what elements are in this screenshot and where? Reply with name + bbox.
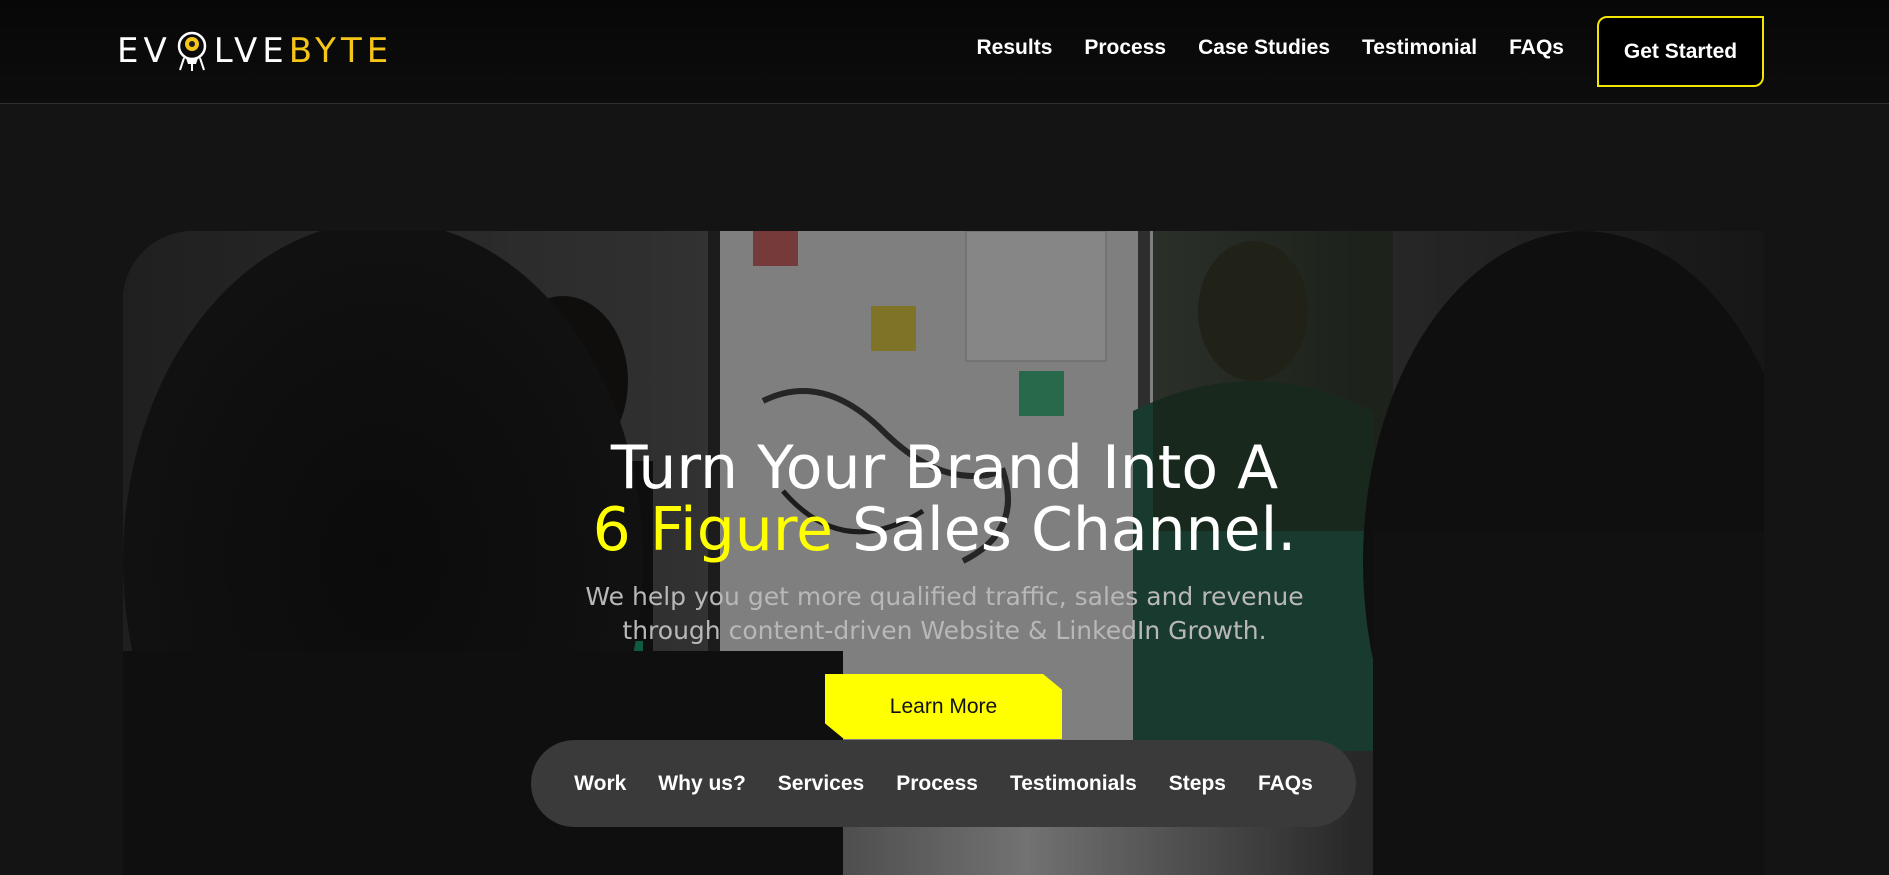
site-header: EV LVE BYTE Results Process Case Studies… (0, 0, 1889, 104)
main-nav: Results Process Case Studies Testimonial… (945, 36, 1564, 60)
headline-highlight: 6 Figure (592, 495, 834, 565)
section-nav: Work Why us? Services Process Testimonia… (531, 740, 1356, 827)
hero-subtext-line2: through content-driven Website & LinkedI… (622, 616, 1267, 645)
logo-text-left: EV (117, 31, 172, 71)
section-nav-work[interactable]: Work (574, 772, 626, 796)
headline-rest: Sales Channel. (852, 495, 1297, 565)
nav-testimonial[interactable]: Testimonial (1362, 36, 1477, 60)
nav-case-studies[interactable]: Case Studies (1198, 36, 1330, 60)
section-nav-why-us[interactable]: Why us? (658, 772, 746, 796)
logo[interactable]: EV LVE BYTE (117, 28, 393, 74)
get-started-button[interactable]: Get Started (1597, 16, 1764, 87)
hero-headline-line1: Turn Your Brand Into A (610, 433, 1279, 503)
rocket-logo-icon (172, 28, 212, 74)
nav-process[interactable]: Process (1084, 36, 1166, 60)
nav-results[interactable]: Results (977, 36, 1053, 60)
section-nav-services[interactable]: Services (778, 772, 864, 796)
section-nav-testimonials[interactable]: Testimonials (1010, 772, 1137, 796)
hero-headline-line2: 6 Figure Sales Channel. (0, 499, 1889, 561)
section-nav-faqs[interactable]: FAQs (1258, 772, 1313, 796)
hero-subtext: We help you get more qualified traffic, … (0, 580, 1889, 648)
section-nav-process[interactable]: Process (896, 772, 978, 796)
logo-text-right: BYTE (288, 31, 394, 71)
hero-subtext-line1: We help you get more qualified traffic, … (585, 582, 1304, 611)
nav-faqs[interactable]: FAQs (1509, 36, 1564, 60)
learn-more-button[interactable]: Learn More (825, 674, 1062, 739)
section-nav-steps[interactable]: Steps (1169, 772, 1226, 796)
logo-text-mid: LVE (213, 31, 289, 71)
